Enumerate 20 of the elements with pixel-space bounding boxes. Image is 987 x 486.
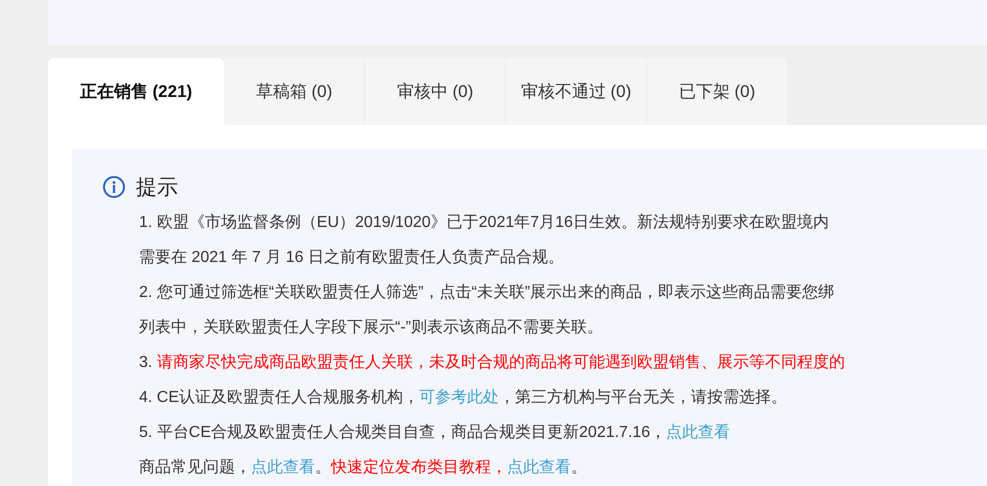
tip-text: 需要在 2021 年 7 月 16 日之前有欧盟责任人负责产品合规。 [139,249,564,266]
tip-text: 。 [571,459,587,476]
status-tab[interactable]: 审核中 (0) [365,58,506,125]
info-icon [102,175,126,199]
status-tab[interactable]: 已下架 (0) [647,58,788,125]
tip-text: 。 [315,459,331,476]
tip-text: 5. 平台CE合规及欧盟责任人合规类目自查，商品合规类目更新2021.7.16， [139,424,666,441]
tip-title: 提示 [136,175,178,201]
tip-text: 1. 欧盟《市场监督条例（EU）2019/1020》已于2021年7月16日生效。新法规特别要求在欧盟境内 [139,214,829,231]
tip-text: ，第三方机构与平台无关，请按需选择。 [499,389,788,406]
tip-text: 3. [139,354,154,371]
warning-text: 快速定位发布类目教程， [331,459,507,476]
status-tab[interactable]: 正在销售 (221) [48,58,224,125]
tip-text: 列表中，关联欧盟责任人字段下展示“-”则表示该商品不需要关联。 [139,319,603,336]
tip-text: 商品常见问题， [139,459,251,476]
status-tab[interactable]: 审核不通过 (0) [506,58,647,125]
status-tab[interactable]: 草稿箱 (0) [224,58,365,125]
tip-text: 2. 您可通过筛选框“关联欧盟责任人筛选”，点击“未关联”展示出来的商品，即表示这些商品需要您绑 [139,284,834,301]
tip-text: 4. CE认证及欧盟责任人合规服务机构， [139,389,420,406]
warning-text: 请商家尽快完成商品欧盟责任人关联，未及时合规的商品将可能遇到欧盟销售、展示等不同程度的 [156,354,845,371]
